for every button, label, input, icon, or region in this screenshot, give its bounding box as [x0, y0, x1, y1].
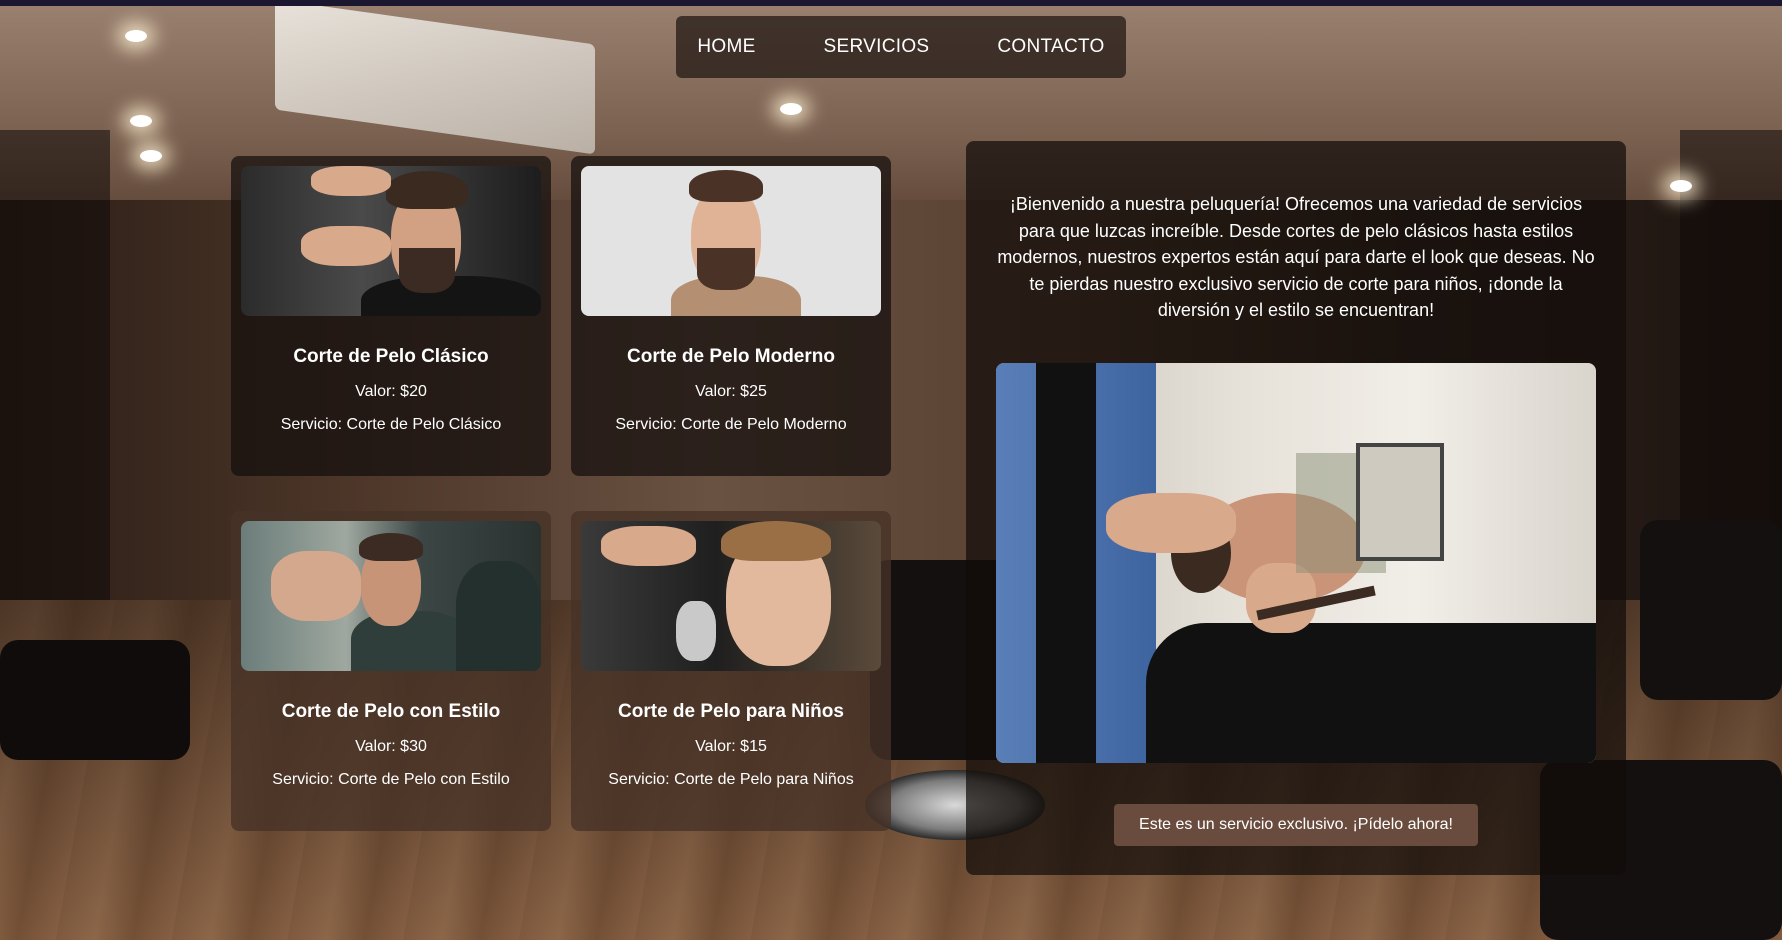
- service-photo: [581, 521, 881, 671]
- service-title: Corte de Pelo con Estilo: [281, 701, 501, 722]
- service-price: Valor: $25: [695, 383, 767, 400]
- nav-contacto[interactable]: CONTACTO: [997, 36, 1104, 58]
- reception-desk: [0, 640, 190, 760]
- nav-servicios[interactable]: SERVICIOS: [824, 36, 930, 58]
- ceiling-light: [125, 30, 147, 42]
- ceiling-light: [780, 103, 802, 115]
- ceiling-light: [1670, 180, 1692, 192]
- service-card-moderno[interactable]: Corte de Pelo Moderno Valor: $25 Servici…: [571, 156, 891, 476]
- welcome-text: ¡Bienvenido a nuestra peluquería! Ofrece…: [997, 194, 1595, 320]
- service-card-clasico[interactable]: Corte de Pelo Clásico Valor: $20 Servici…: [231, 156, 551, 476]
- info-panel: ¡Bienvenido a nuestra peluquería! Ofrece…: [966, 141, 1626, 875]
- barber-chair: [1640, 520, 1782, 700]
- service-title: Corte de Pelo Moderno: [627, 346, 835, 367]
- service-price: Valor: $20: [355, 383, 427, 400]
- service-title: Corte de Pelo Clásico: [293, 346, 489, 367]
- service-card-ninos[interactable]: Corte de Pelo para Niños Valor: $15 Serv…: [571, 511, 891, 831]
- service-price: Valor: $30: [355, 738, 427, 755]
- ceiling-light: [130, 115, 152, 127]
- service-name: Servicio: Corte de Pelo para Niños: [608, 771, 854, 788]
- main-nav: HOME SERVICIOS CONTACTO: [676, 16, 1126, 78]
- service-photo: [241, 521, 541, 671]
- exclusive-service-button[interactable]: Este es un servicio exclusivo. ¡Pídelo a…: [1114, 804, 1478, 846]
- ceiling-light: [140, 150, 162, 162]
- service-price: Valor: $15: [695, 738, 767, 755]
- service-card-estilo[interactable]: Corte de Pelo con Estilo Valor: $30 Serv…: [231, 511, 551, 831]
- wall-panel: [0, 130, 110, 650]
- service-title: Corte de Pelo para Niños: [618, 701, 844, 722]
- nav-home[interactable]: HOME: [697, 36, 755, 58]
- service-photo: [241, 166, 541, 316]
- barber-shave-photo: [996, 363, 1596, 763]
- service-name: Servicio: Corte de Pelo con Estilo: [272, 771, 510, 788]
- service-name: Servicio: Corte de Pelo Clásico: [280, 416, 502, 433]
- service-name: Servicio: Corte de Pelo Moderno: [615, 416, 847, 433]
- service-photo: [581, 166, 881, 316]
